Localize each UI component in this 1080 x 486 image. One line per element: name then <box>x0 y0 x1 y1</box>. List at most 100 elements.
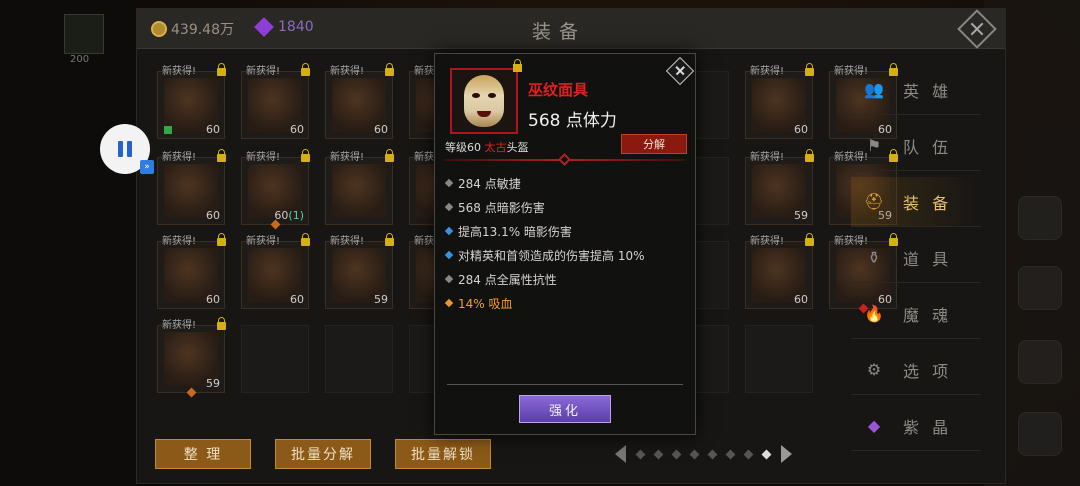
bag-icon: ⚱ <box>867 248 885 267</box>
item-level-value: 59 <box>794 209 808 222</box>
lock-icon[interactable] <box>301 233 310 246</box>
menu-item-heroes[interactable]: 👥 英 雄 <box>851 65 981 115</box>
item-level-value: 59 <box>206 377 220 390</box>
new-badge: 新获得! <box>246 152 281 163</box>
page-dot[interactable] <box>707 449 718 459</box>
fire-icon: 🔥 <box>864 304 888 323</box>
menu-item-bag[interactable]: ⚱ 道 具 <box>851 233 981 283</box>
mask-icon <box>464 75 504 127</box>
page-dot[interactable] <box>671 449 682 459</box>
lock-icon[interactable] <box>805 233 814 246</box>
item-level: 60 <box>206 123 220 136</box>
stat-line: 284 点敏捷 <box>444 171 645 195</box>
close-window-button[interactable] <box>957 9 997 49</box>
menu-item-helmet[interactable]: ⛑ 装 备 <box>851 177 981 227</box>
inventory-slot[interactable]: 新获得! 59 <box>157 317 226 398</box>
inventory-slot[interactable]: 新获得! 60 <box>157 63 226 139</box>
inventory-slot[interactable]: 新获得! 60(1) <box>241 149 310 230</box>
menu-item-fire[interactable]: 🔥 魔 魂 <box>851 289 981 339</box>
inventory-slot[interactable]: 新获得! 59 <box>745 149 814 225</box>
menu-item-label: 选 项 <box>903 361 953 381</box>
menu-item-crystal[interactable]: ◆ 紫 晶 <box>851 401 981 451</box>
crystal-icon: ◆ <box>867 416 885 435</box>
stat-text: 对精英和首领造成的伤害提高 10% <box>458 248 645 263</box>
inventory-slot[interactable]: 新获得! 60 <box>241 63 310 139</box>
inventory-slot[interactable] <box>325 325 393 393</box>
menu-item-label: 紫 晶 <box>903 417 953 437</box>
item-level-value: 59 <box>374 293 388 306</box>
page-dot[interactable] <box>761 449 772 459</box>
prev-page-arrow-icon[interactable] <box>615 445 626 463</box>
gear-icon: ⚙ <box>866 360 886 379</box>
new-badge: 新获得! <box>162 320 197 331</box>
page-dot[interactable] <box>725 449 736 459</box>
lock-icon[interactable] <box>301 149 310 162</box>
lock-icon[interactable] <box>217 63 226 76</box>
pause-bar-left <box>118 141 123 157</box>
fast-forward-icon[interactable]: » <box>140 160 154 174</box>
bottom-divider <box>447 384 683 385</box>
stat-line: 提高13.1% 暗影伤害 <box>444 219 645 243</box>
item-level: 59 <box>206 377 220 390</box>
item-name: 巫纹面具 <box>528 81 589 99</box>
stat-text: 284 点敏捷 <box>458 176 521 191</box>
new-badge: 新获得! <box>330 66 365 77</box>
inventory-slot[interactable]: 新获得! 60 <box>745 233 814 309</box>
menu-item-gear[interactable]: ⚙ 选 项 <box>851 345 981 395</box>
next-page-arrow-icon[interactable] <box>781 445 792 463</box>
lock-icon[interactable] <box>805 63 814 76</box>
menu-item-label: 装 备 <box>903 193 953 213</box>
right-side-button-1[interactable] <box>1018 196 1062 240</box>
batch-salvage-button[interactable]: 批量分解 <box>275 439 371 469</box>
inventory-slot[interactable]: 新获得! 60 <box>157 233 226 309</box>
page-dot[interactable] <box>689 449 700 459</box>
lock-icon[interactable] <box>513 59 522 72</box>
lock-icon[interactable] <box>385 63 394 76</box>
item-level: 60(1) <box>274 209 304 222</box>
inventory-slot[interactable]: 新获得! <box>325 149 394 225</box>
item-level-value: 60 <box>206 293 220 306</box>
divider-diamond-icon <box>558 153 571 166</box>
inventory-slot[interactable]: 新获得! 60 <box>157 149 226 225</box>
item-level-value: 60 <box>374 123 388 136</box>
lock-icon[interactable] <box>217 233 226 246</box>
inventory-slot[interactable] <box>745 325 813 393</box>
salvage-button[interactable]: 分解 <box>621 134 687 154</box>
inventory-slot[interactable]: 新获得! 60 <box>745 63 814 139</box>
page-dot[interactable] <box>653 449 664 459</box>
lock-icon[interactable] <box>301 63 310 76</box>
page-dot[interactable] <box>743 449 754 459</box>
lock-icon[interactable] <box>385 149 394 162</box>
stat-text: 14% 吸血 <box>458 296 513 311</box>
menu-item-label: 队 伍 <box>903 137 953 157</box>
lock-icon[interactable] <box>805 149 814 162</box>
lock-icon[interactable] <box>385 233 394 246</box>
helmet-icon: ⛑ <box>863 192 889 211</box>
item-level: 等级60 <box>445 141 485 154</box>
page-indicator <box>615 445 792 463</box>
right-side-button-2[interactable] <box>1018 266 1062 310</box>
close-popup-button[interactable] <box>665 56 695 86</box>
item-level-value: 60 <box>290 123 304 136</box>
pause-button[interactable]: » <box>100 124 154 174</box>
lock-icon[interactable] <box>217 149 226 162</box>
green-rune-icon <box>164 126 172 134</box>
diamond-bullet-icon <box>444 250 454 260</box>
stat-line: 对精英和首领造成的伤害提高 10% <box>444 243 645 267</box>
character-portrait[interactable] <box>64 14 104 54</box>
batch-unlock-button[interactable]: 批量解锁 <box>395 439 491 469</box>
inventory-slot[interactable]: 新获得! 59 <box>325 233 394 309</box>
inventory-slot[interactable]: 新获得! 60 <box>241 233 310 309</box>
right-side-button-3[interactable] <box>1018 340 1062 384</box>
item-level-line: 等级60 太古头盔 <box>445 139 529 155</box>
sort-button[interactable]: 整 理 <box>155 439 251 469</box>
new-badge: 新获得! <box>246 66 281 77</box>
inventory-slot[interactable]: 新获得! 60 <box>325 63 394 139</box>
page-dot[interactable] <box>635 449 646 459</box>
menu-item-flag[interactable]: ⚑ 队 伍 <box>851 121 981 171</box>
right-side-button-4[interactable] <box>1018 412 1062 456</box>
lock-icon[interactable] <box>217 317 226 330</box>
new-badge: 新获得! <box>330 236 365 247</box>
inventory-slot[interactable] <box>241 325 309 393</box>
enhance-button[interactable]: 强化 <box>519 395 611 423</box>
